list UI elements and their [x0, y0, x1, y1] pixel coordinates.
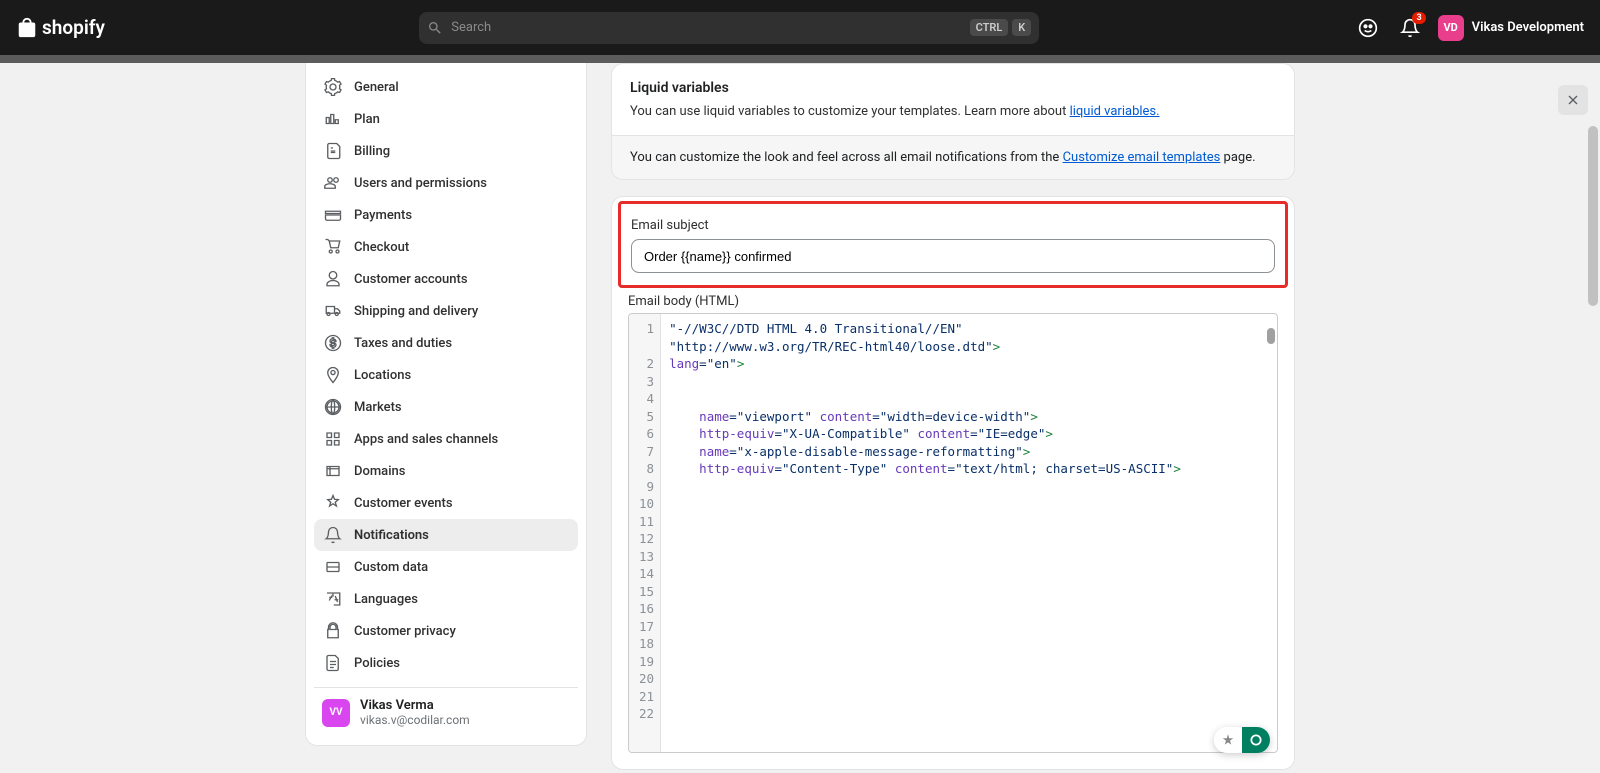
sidebar-item-label: General — [354, 80, 399, 95]
sidebar-item-label: Shipping and delivery — [354, 304, 478, 319]
payments-icon — [324, 206, 342, 224]
sidebar-item-policies[interactable]: Policies — [314, 647, 578, 679]
store-name: Vikas Development — [1472, 20, 1584, 35]
sidebar-item-payments[interactable]: Payments — [314, 199, 578, 231]
user-name: Vikas Verma — [360, 698, 470, 713]
sidebar-item-label: Billing — [354, 144, 390, 159]
sidebar-item-checkout[interactable]: Checkout — [314, 231, 578, 263]
globe-icon — [324, 398, 342, 416]
sidebar-item-label: Policies — [354, 656, 400, 671]
store-switcher[interactable]: VD Vikas Development — [1438, 15, 1584, 41]
person-icon — [324, 270, 342, 288]
sidebar-item-markets[interactable]: Markets — [314, 391, 578, 423]
sidebar-item-customer-events[interactable]: Customer events — [314, 487, 578, 519]
users-icon — [324, 174, 342, 192]
apps-icon — [324, 430, 342, 448]
user-card[interactable]: VV Vikas Verma vikas.v@codilar.com — [314, 687, 578, 737]
sidebar-item-label: Apps and sales channels — [354, 432, 498, 447]
subheader-strip — [0, 55, 1600, 63]
sidebar-item-plan[interactable]: Plan — [314, 103, 578, 135]
pin-icon — [324, 366, 342, 384]
sidebar-item-label: Markets — [354, 400, 402, 415]
keyboard-shortcut: CTRLK — [970, 19, 1032, 36]
editor-scrollbar[interactable] — [1267, 328, 1275, 344]
sidebar-item-domains[interactable]: Domains — [314, 455, 578, 487]
sidebar-item-customer-privacy[interactable]: Customer privacy — [314, 615, 578, 647]
sidebar-item-label: Users and permissions — [354, 176, 487, 191]
sidebar-item-billing[interactable]: Billing — [314, 135, 578, 167]
gift-icon[interactable] — [1354, 14, 1382, 42]
close-button[interactable] — [1558, 85, 1588, 115]
user-email: vikas.v@codilar.com — [360, 713, 470, 727]
sidebar-item-label: Customer accounts — [354, 272, 468, 287]
plan-icon — [324, 110, 342, 128]
liquid-variables-link[interactable]: liquid variables. — [1070, 104, 1160, 119]
floating-action-button[interactable] — [1214, 727, 1270, 753]
liquid-variables-card: Liquid variables You can use liquid vari… — [611, 63, 1295, 180]
sidebar-item-label: Customer privacy — [354, 624, 456, 639]
events-icon — [324, 494, 342, 512]
shopify-bag-icon — [16, 16, 38, 40]
liquid-footer: You can customize the look and feel acro… — [612, 135, 1294, 179]
lock-icon — [324, 622, 342, 640]
truck-icon — [324, 302, 342, 320]
notifications-icon[interactable]: 3 — [1396, 14, 1424, 42]
email-subject-label: Email subject — [631, 218, 1275, 233]
sidebar-item-customer-accounts[interactable]: Customer accounts — [314, 263, 578, 295]
email-template-card: Email subject Email body (HTML) 12345678… — [611, 196, 1295, 770]
sidebar-item-label: Locations — [354, 368, 411, 383]
sidebar-item-custom-data[interactable]: Custom data — [314, 551, 578, 583]
email-body-editor[interactable]: 12345678910111213141516171819202122 "-//… — [628, 313, 1278, 753]
code-content[interactable]: "-//W3C//DTD HTML 4.0 Transitional//EN" … — [661, 314, 1277, 752]
cart-icon — [324, 238, 342, 256]
logo-text: shopify — [42, 16, 105, 39]
email-subject-input[interactable] — [631, 239, 1275, 273]
search-input[interactable]: Search CTRLK — [419, 12, 1039, 44]
sidebar-item-general[interactable]: General — [314, 71, 578, 103]
gear-icon — [324, 78, 342, 96]
sidebar-item-label: Payments — [354, 208, 412, 223]
logo[interactable]: shopify — [16, 16, 105, 40]
sidebar-item-users-and-permissions[interactable]: Users and permissions — [314, 167, 578, 199]
money-icon — [324, 334, 342, 352]
sidebar-item-notifications[interactable]: Notifications — [314, 519, 578, 551]
sidebar-item-label: Checkout — [354, 240, 409, 255]
sidebar-item-label: Notifications — [354, 528, 429, 543]
sidebar-item-label: Languages — [354, 592, 418, 607]
sidebar-item-label: Customer events — [354, 496, 453, 511]
notification-badge: 3 — [1412, 12, 1425, 24]
liquid-desc: You can use liquid variables to customiz… — [630, 104, 1276, 119]
policy-icon — [324, 654, 342, 672]
sidebar-item-apps-and-sales-channels[interactable]: Apps and sales channels — [314, 423, 578, 455]
email-body-label: Email body (HTML) — [628, 294, 1294, 309]
sidebar-item-languages[interactable]: Languages — [314, 583, 578, 615]
sidebar-item-locations[interactable]: Locations — [314, 359, 578, 391]
data-icon — [324, 558, 342, 576]
line-gutter: 12345678910111213141516171819202122 — [629, 314, 661, 752]
sidebar-item-label: Domains — [354, 464, 405, 479]
settings-sidebar: General Plan Billing Users and permissions P… — [305, 63, 587, 746]
lang-icon — [324, 590, 342, 608]
domain-icon — [324, 462, 342, 480]
topbar: shopify Search CTRLK 3 VD Vikas Developm… — [0, 0, 1600, 55]
page-scrollbar-thumb[interactable] — [1588, 126, 1598, 306]
billing-icon — [324, 142, 342, 160]
liquid-title: Liquid variables — [630, 80, 1276, 96]
store-avatar: VD — [1438, 15, 1464, 41]
bell-icon — [324, 526, 342, 544]
search-placeholder: Search — [451, 20, 961, 35]
customize-templates-link[interactable]: Customize email templates — [1063, 150, 1221, 165]
sidebar-item-label: Taxes and duties — [354, 336, 452, 351]
sidebar-item-label: Plan — [354, 112, 380, 127]
sidebar-item-taxes-and-duties[interactable]: Taxes and duties — [314, 327, 578, 359]
sidebar-item-label: Custom data — [354, 560, 428, 575]
page-scrollbar-track[interactable] — [1586, 126, 1600, 773]
user-avatar: VV — [322, 699, 350, 727]
search-icon — [427, 20, 443, 36]
email-subject-highlight: Email subject — [618, 201, 1288, 288]
sidebar-item-shipping-and-delivery[interactable]: Shipping and delivery — [314, 295, 578, 327]
